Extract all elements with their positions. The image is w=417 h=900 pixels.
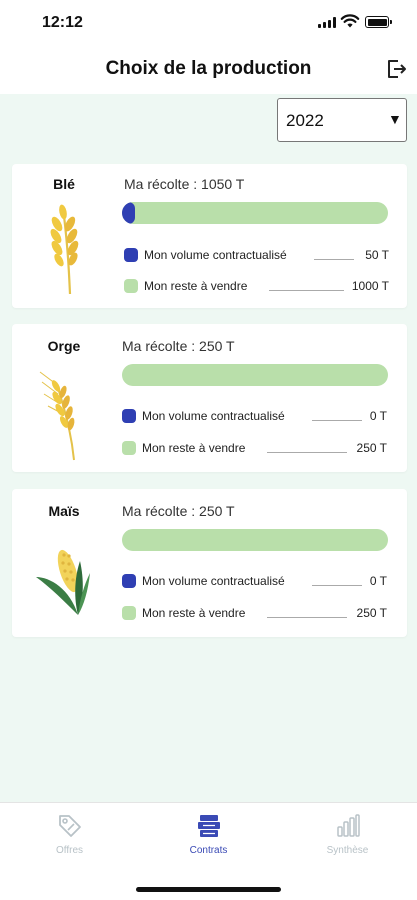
legend-remaining: Mon reste à vendre 250 T xyxy=(122,605,387,623)
crop-card-mais[interactable]: Maïs Ma récolte : 250 T Mon volume contr… xyxy=(12,489,407,637)
remaining-swatch xyxy=(122,606,136,620)
contracted-label: Mon volume contractualisé xyxy=(142,409,285,423)
harvest-total: Ma récolte : 250 T xyxy=(122,338,235,354)
year-select[interactable]: 2022 ▼ xyxy=(277,98,407,142)
documents-icon xyxy=(197,815,220,837)
contracted-swatch xyxy=(122,409,136,423)
tab-synthese[interactable]: Synthèse xyxy=(278,813,417,873)
tab-label: Synthèse xyxy=(326,845,369,856)
remaining-label: Mon reste à vendre xyxy=(142,606,246,620)
signal-icon xyxy=(318,17,338,28)
chevron-down-icon: ▼ xyxy=(388,111,402,127)
sales-progress-bar xyxy=(122,529,388,551)
leader-line xyxy=(267,617,347,618)
remaining-value: 1000 T xyxy=(351,279,389,293)
contracted-value: 0 T xyxy=(369,409,387,423)
harvest-total: Ma récolte : 1050 T xyxy=(124,176,245,192)
logout-icon[interactable] xyxy=(386,58,408,80)
tab-label: Offres xyxy=(55,845,84,856)
page-title: Choix de la production xyxy=(105,58,312,79)
bottom-nav: Offres Contrats Synthèse xyxy=(0,802,417,900)
legend-contracted: Mon volume contractualisé 0 T xyxy=(122,408,387,426)
bar-chart-icon xyxy=(336,814,360,837)
crop-name: Blé xyxy=(53,176,75,192)
tab-contrats[interactable]: Contrats xyxy=(139,813,278,873)
wifi-icon xyxy=(340,14,360,28)
remaining-label: Mon reste à vendre xyxy=(142,441,246,455)
barley-icon xyxy=(39,371,75,461)
leader-line xyxy=(269,290,344,291)
legend-remaining: Mon reste à vendre 250 T xyxy=(122,440,387,458)
tab-label: Contrats xyxy=(189,845,228,856)
status-bar: 12:12 xyxy=(0,0,417,46)
legend-remaining: Mon reste à vendre 1000 T xyxy=(124,278,389,296)
legend-contracted: Mon volume contractualisé 50 T xyxy=(124,247,389,265)
home-indicator xyxy=(136,887,281,892)
legend-contracted: Mon volume contractualisé 0 T xyxy=(122,573,387,591)
leader-line xyxy=(312,420,362,421)
crop-name: Maïs xyxy=(48,503,80,519)
leader-line xyxy=(312,585,362,586)
remaining-swatch xyxy=(124,279,138,293)
remaining-value: 250 T xyxy=(356,441,387,455)
remaining-value: 250 T xyxy=(356,606,387,620)
corn-icon xyxy=(36,549,90,615)
contracted-value: 0 T xyxy=(369,574,387,588)
crop-card-ble[interactable]: Blé Ma récolte : 1050 T Mon volume contr… xyxy=(12,164,407,308)
contracted-swatch xyxy=(124,248,138,262)
contracted-value: 50 T xyxy=(365,248,389,262)
tag-icon xyxy=(58,815,81,837)
sales-progress-bar xyxy=(122,202,388,224)
wheat-icon xyxy=(50,204,79,295)
app-header: Choix de la production xyxy=(0,46,417,94)
leader-line xyxy=(314,259,354,260)
remaining-label: Mon reste à vendre xyxy=(144,279,248,293)
harvest-total: Ma récolte : 250 T xyxy=(122,503,235,519)
contracted-label: Mon volume contractualisé xyxy=(144,248,287,262)
year-select-value: 2022 xyxy=(286,111,324,130)
contracted-label: Mon volume contractualisé xyxy=(142,574,285,588)
contracted-fill xyxy=(122,202,136,224)
crop-name: Orge xyxy=(47,338,81,354)
remaining-swatch xyxy=(122,441,136,455)
sales-progress-bar xyxy=(122,364,388,386)
tab-offres[interactable]: Offres xyxy=(0,813,139,873)
production-content: 2022 ▼ Blé Ma récolte : 1050 T Mon volum… xyxy=(0,94,417,802)
crop-card-orge[interactable]: Orge Ma récolte : 250 T Mon volume contr… xyxy=(12,324,407,472)
status-time: 12:12 xyxy=(42,14,83,31)
leader-line xyxy=(267,452,347,453)
battery-icon xyxy=(365,16,392,28)
contracted-swatch xyxy=(122,574,136,588)
